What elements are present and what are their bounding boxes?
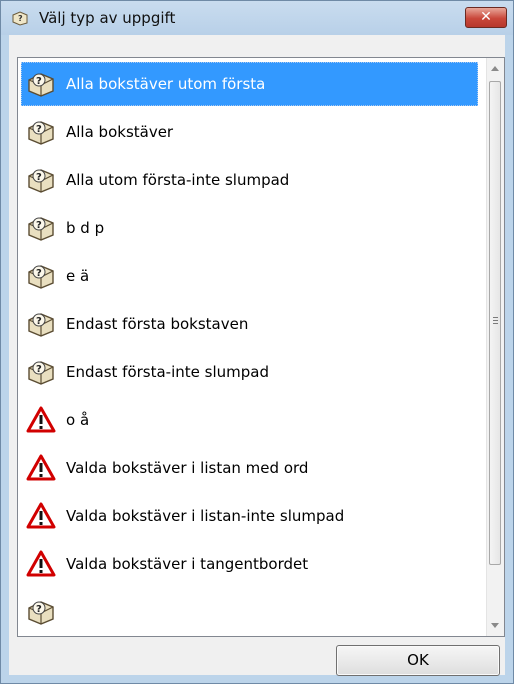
list-item[interactable]: Valda bokstäver i listan-inte slumpad xyxy=(21,494,478,538)
question-book-icon: ? xyxy=(26,357,56,387)
warning-icon xyxy=(26,405,56,435)
title-bar[interactable]: ? Välj typ av uppgift ✕ xyxy=(1,1,513,35)
list-item[interactable]: ? Endast första bokstaven xyxy=(21,302,478,346)
question-book-icon: ? xyxy=(26,597,56,627)
warning-icon xyxy=(26,453,56,483)
warning-icon xyxy=(26,501,56,531)
svg-text:?: ? xyxy=(36,364,42,375)
close-button[interactable]: ✕ xyxy=(465,7,507,28)
scroll-thumb[interactable] xyxy=(489,81,501,565)
book-question-icon: ? xyxy=(12,11,28,26)
svg-text:?: ? xyxy=(36,124,42,135)
list-item[interactable]: ? e ä xyxy=(21,254,478,298)
list-item-label: e ä xyxy=(66,267,90,285)
question-book-icon: ? xyxy=(26,117,56,147)
dialog-window: ? Välj typ av uppgift ✕ ? Alla bokstäver… xyxy=(0,0,514,684)
scroll-up-arrow-icon[interactable] xyxy=(491,66,499,71)
list-item-label: Valda bokstäver i listan-inte slumpad xyxy=(66,507,345,525)
svg-text:?: ? xyxy=(36,76,42,87)
svg-text:?: ? xyxy=(36,268,42,279)
list-item[interactable]: Valda bokstäver i listan med ord xyxy=(21,446,478,490)
question-book-icon: ? xyxy=(26,309,56,339)
list-item-label: o å xyxy=(66,411,90,429)
list-item-label: Alla bokstäver utom första xyxy=(66,75,266,93)
dialog-body: ? Alla bokstäver utom första ? Alla boks… xyxy=(9,35,505,676)
list-item[interactable]: Valda bokstäver i tangentbordet xyxy=(21,542,478,586)
svg-text:?: ? xyxy=(36,316,42,327)
list-item-label: Endast första bokstaven xyxy=(66,315,249,333)
list-item[interactable]: ? Alla bokstäver xyxy=(21,110,478,154)
list-item-label: Valda bokstäver i listan med ord xyxy=(66,459,309,477)
list-item[interactable]: ? b d p xyxy=(21,206,478,250)
list-item-label: b d p xyxy=(66,219,105,237)
grip-line xyxy=(493,317,498,318)
scroll-down-arrow-icon[interactable] xyxy=(491,623,499,628)
question-book-icon: ? xyxy=(26,165,56,195)
question-book-icon: ? xyxy=(26,213,56,243)
ok-button-label: OK xyxy=(407,651,429,669)
grip-line xyxy=(493,323,498,324)
close-icon: ✕ xyxy=(480,9,492,25)
window-title: Välj typ av uppgift xyxy=(39,9,176,27)
list-item-partial[interactable]: ? xyxy=(21,590,478,634)
list-item[interactable]: o å xyxy=(21,398,478,442)
task-type-list[interactable]: ? Alla bokstäver utom första ? Alla boks… xyxy=(17,57,505,637)
list-item[interactable]: ? Alla utom första-inte slumpad xyxy=(21,158,478,202)
vertical-scrollbar[interactable] xyxy=(486,58,504,636)
list-item-label: Alla bokstäver xyxy=(66,123,174,141)
list-item-label: Alla utom första-inte slumpad xyxy=(66,171,290,189)
question-book-icon: ? xyxy=(26,69,56,99)
warning-icon xyxy=(26,549,56,579)
list-item[interactable]: ? Endast första-inte slumpad xyxy=(21,350,478,394)
list-item-label: Valda bokstäver i tangentbordet xyxy=(66,555,309,573)
grip-line xyxy=(493,320,498,321)
svg-text:?: ? xyxy=(36,220,42,231)
list-item-label: Endast första-inte slumpad xyxy=(66,363,269,381)
svg-text:?: ? xyxy=(36,604,42,615)
question-book-icon: ? xyxy=(26,261,56,291)
list-item[interactable]: ? Alla bokstäver utom första xyxy=(21,62,478,106)
svg-text:?: ? xyxy=(36,172,42,183)
ok-button[interactable]: OK xyxy=(336,645,500,676)
svg-text:?: ? xyxy=(18,14,23,23)
